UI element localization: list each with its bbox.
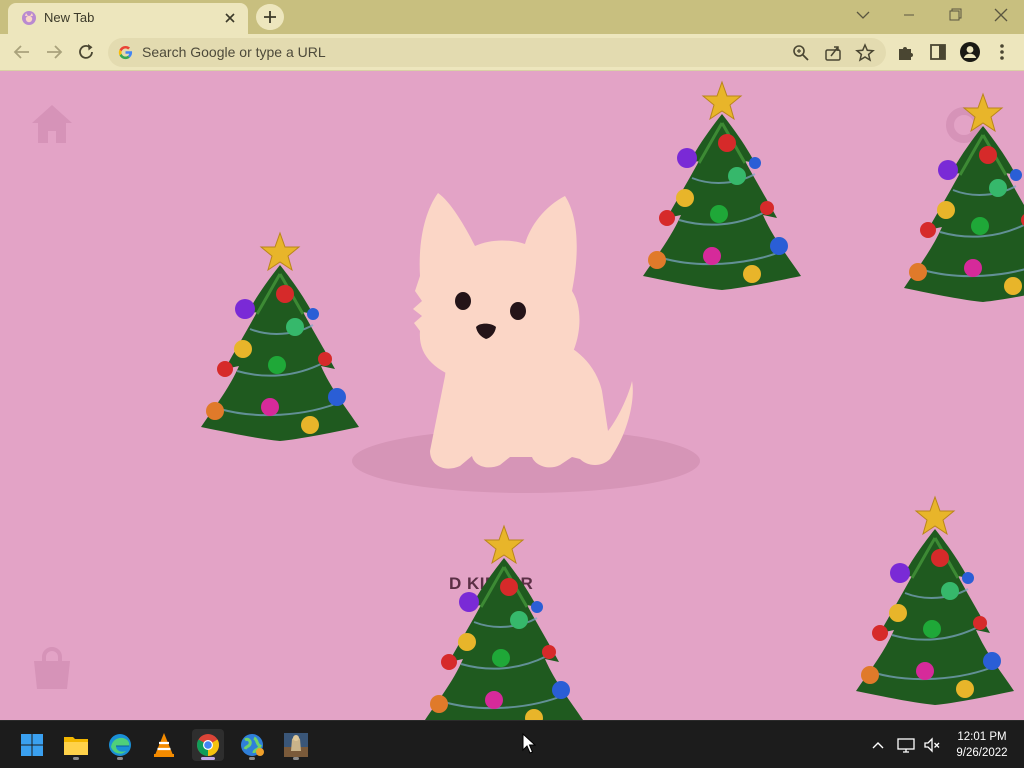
restore-button[interactable]	[932, 0, 978, 30]
globe-app-icon[interactable]	[236, 729, 268, 761]
bookmark-star-icon[interactable]	[854, 42, 876, 64]
vlc-icon[interactable]	[148, 729, 180, 761]
shopping-bag-icon[interactable]	[31, 647, 73, 691]
dog-favicon-icon	[22, 11, 36, 25]
running-indicator	[201, 757, 215, 760]
game-app-icon[interactable]	[280, 729, 312, 761]
tab-new-tab[interactable]: New Tab	[8, 3, 248, 34]
close-window-button[interactable]	[978, 0, 1024, 30]
windows-taskbar: 12:01 PM 9/26/2022	[0, 720, 1024, 768]
share-icon[interactable]	[822, 42, 844, 64]
chrome-icon[interactable]	[192, 729, 224, 761]
tab-search-chevron-icon[interactable]	[840, 0, 886, 30]
file-explorer-icon[interactable]	[60, 729, 92, 761]
christmas-tree	[423, 524, 585, 720]
volume-muted-icon[interactable]	[922, 735, 942, 755]
new-tab-button[interactable]	[256, 4, 284, 30]
side-panel-icon[interactable]	[926, 40, 950, 64]
system-clock[interactable]: 12:01 PM 9/26/2022	[950, 729, 1014, 761]
network-icon[interactable]	[896, 735, 916, 755]
running-indicator	[117, 757, 123, 760]
windows-start-icon[interactable]	[16, 729, 48, 761]
profile-avatar-icon[interactable]	[958, 40, 982, 64]
zoom-icon[interactable]	[790, 42, 812, 64]
search-input[interactable]: Search Google or type a URL	[142, 44, 326, 60]
christmas-tree	[854, 495, 1016, 707]
forward-arrow-icon[interactable]	[42, 40, 66, 64]
clock-time: 12:01 PM	[957, 731, 1007, 743]
running-indicator	[293, 757, 299, 760]
browser-titlebar: New Tab	[0, 0, 1024, 34]
browser-toolbar: Search Google or type a URL	[0, 34, 1024, 71]
home-icon[interactable]	[30, 103, 74, 145]
clock-date: 9/26/2022	[956, 747, 1008, 759]
google-g-icon	[118, 45, 133, 60]
edge-icon[interactable]	[104, 729, 136, 761]
mouse-cursor-icon	[522, 733, 536, 754]
christmas-tree	[199, 231, 361, 443]
address-bar[interactable]: Search Google or type a URL	[108, 38, 886, 67]
menu-kebab-icon[interactable]	[990, 40, 1014, 64]
running-indicator	[249, 757, 255, 760]
extensions-puzzle-icon[interactable]	[894, 40, 918, 64]
tab-title: New Tab	[44, 10, 95, 25]
show-hidden-icons-chevron-icon[interactable]	[868, 735, 888, 755]
reload-icon[interactable]	[74, 40, 98, 64]
minimize-button[interactable]	[886, 0, 932, 30]
christmas-tree	[641, 80, 803, 292]
running-indicator	[73, 757, 79, 760]
back-arrow-icon[interactable]	[10, 40, 34, 64]
close-tab-icon[interactable]	[220, 8, 240, 28]
new-tab-page: D KIPPER	[0, 71, 1024, 720]
christmas-tree	[902, 92, 1024, 304]
